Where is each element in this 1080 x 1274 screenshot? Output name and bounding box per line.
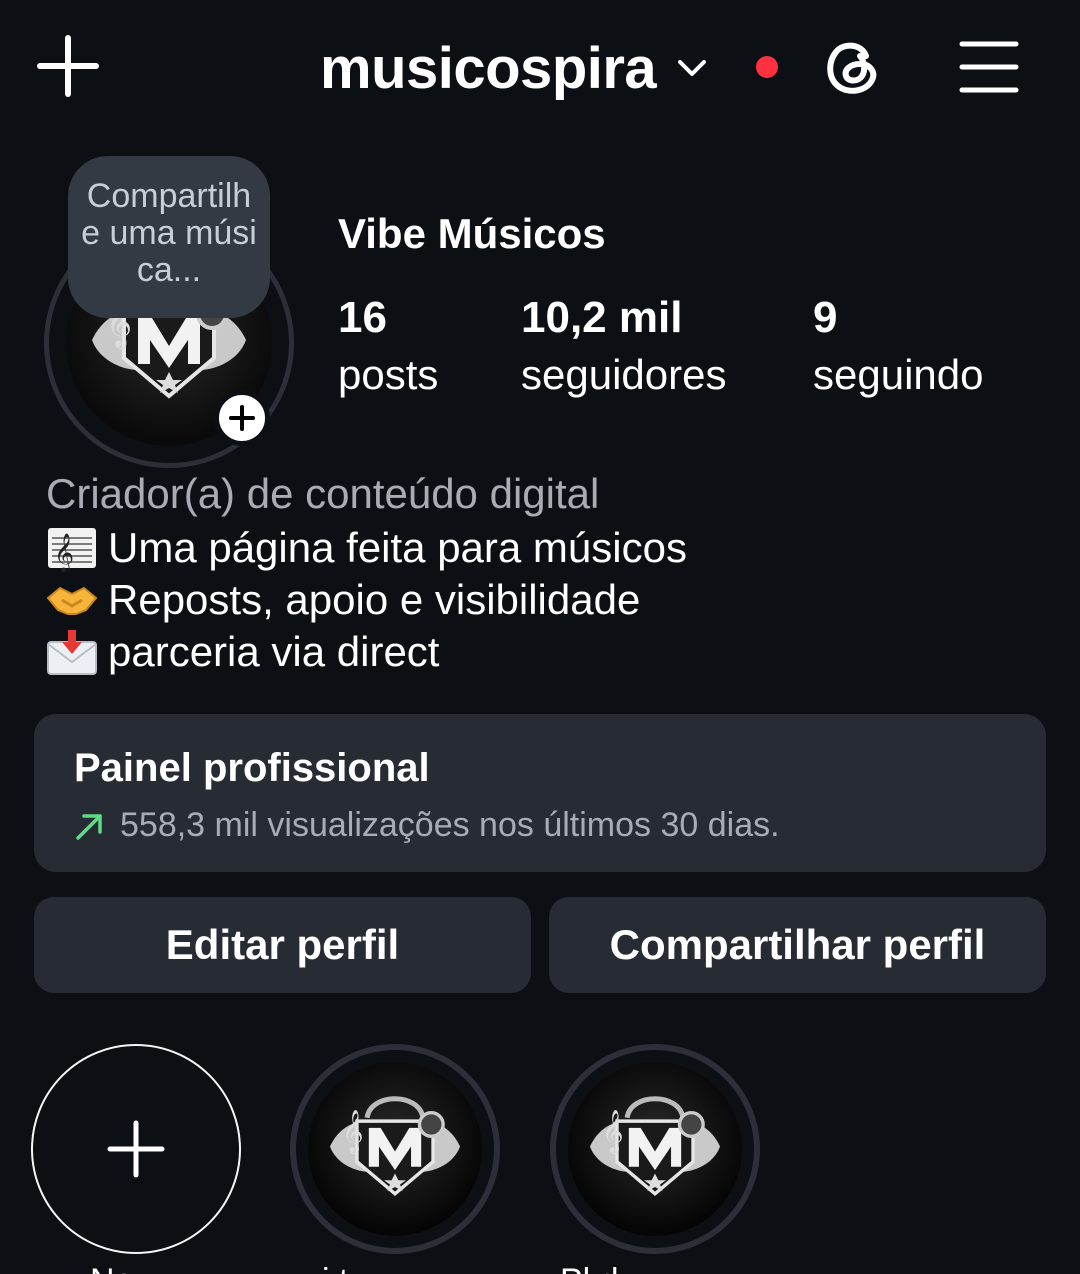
dashboard-title: Painel profissional — [74, 746, 430, 790]
account-switcher[interactable]: musicospira — [320, 28, 708, 108]
plus-icon[interactable] — [36, 34, 100, 98]
highlight-label: No — [90, 1262, 133, 1274]
note-bubble[interactable]: Compartilhe uma música... — [68, 156, 270, 318]
followers-label: seguidores — [521, 351, 727, 398]
handshake-emoji — [46, 586, 98, 615]
bio-line: 𝄞 Uma página feita para músicos — [46, 524, 687, 572]
stat-followers[interactable]: 10,2 mil seguidores — [521, 290, 726, 404]
highlight-logo-image: 𝄞 — [589, 1096, 721, 1196]
svg-text:𝄞: 𝄞 — [342, 1109, 364, 1154]
inbox-tray-emoji — [47, 630, 97, 675]
musical-score-emoji: 𝄞 — [48, 528, 96, 572]
highlight-label: i t — [322, 1262, 348, 1274]
edit-profile-button[interactable]: Editar perfil — [34, 897, 531, 993]
highlight-logo-image: 𝄞 — [329, 1096, 461, 1196]
svg-text:𝄞: 𝄞 — [54, 533, 74, 572]
highlight-item[interactable]: 𝄞 — [290, 1044, 500, 1254]
highlight-label: Pl d — [560, 1262, 619, 1274]
posts-label: posts — [338, 351, 439, 398]
plus-icon — [229, 405, 255, 431]
bio-text: parceria via direct — [108, 628, 440, 675]
highlight-cover: 𝄞 — [308, 1062, 482, 1236]
username: musicospira — [320, 35, 657, 101]
highlight-cover: 𝄞 — [568, 1062, 742, 1236]
add-story-button[interactable] — [214, 390, 270, 446]
posts-count: 16 — [338, 293, 387, 342]
chevron-down-icon — [678, 60, 707, 76]
bio-text: Reposts, apoio e visibilidade — [108, 576, 641, 623]
hamburger-menu-icon[interactable] — [958, 38, 1020, 96]
threads-icon[interactable] — [820, 34, 886, 100]
notification-dot — [756, 56, 778, 78]
professional-dashboard-card[interactable]: Painel profissional 558,3 mil visualizaç… — [34, 714, 1046, 872]
dashboard-subtitle: 558,3 mil visualizações nos últimos 30 d… — [74, 806, 780, 845]
bio-text: Uma página feita para músicos — [108, 524, 687, 571]
highlight-item[interactable]: 𝄞 — [550, 1044, 760, 1254]
svg-text:𝄞: 𝄞 — [602, 1109, 624, 1154]
dashboard-views-text: 558,3 mil visualizações nos últimos 30 d… — [120, 806, 780, 844]
new-highlight-button[interactable] — [31, 1044, 241, 1254]
bio-line: parceria via direct — [46, 628, 439, 676]
plus-icon — [107, 1120, 165, 1178]
trend-up-arrow-icon — [76, 813, 102, 840]
stat-following[interactable]: 9 seguindo — [813, 290, 983, 404]
profile-category: Criador(a) de conteúdo digital — [46, 470, 600, 517]
top-bar: musicospira — [0, 0, 1080, 140]
following-label: seguindo — [813, 351, 984, 398]
followers-count: 10,2 mil — [521, 293, 683, 342]
display-name: Vibe Músicos — [338, 210, 606, 257]
bio-line: Reposts, apoio e visibilidade — [46, 576, 640, 624]
share-profile-button[interactable]: Compartilhar perfil — [549, 897, 1046, 993]
stat-posts[interactable]: 16 posts — [338, 290, 438, 404]
following-count: 9 — [813, 293, 838, 342]
instagram-profile-screen: musicospira 𝄞 Compartilhe uma música... … — [0, 0, 1080, 1274]
